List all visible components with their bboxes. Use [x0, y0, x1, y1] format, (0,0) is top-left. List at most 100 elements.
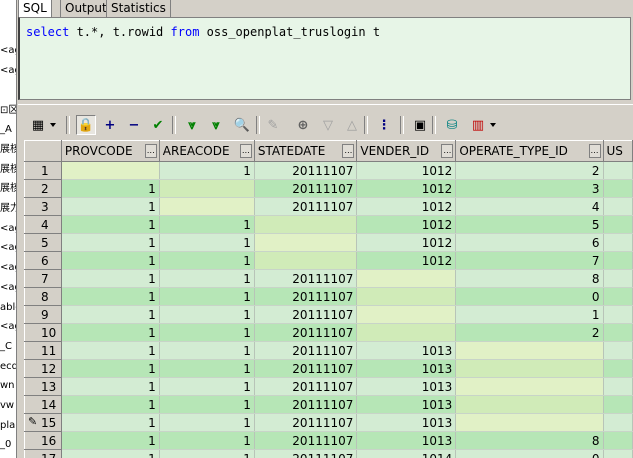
grid-cell[interactable]: 0 — [455, 449, 604, 458]
table-row[interactable]: 10 1 1 20111107 2 — [24, 323, 633, 342]
grid-cell[interactable]: 20111107 — [254, 377, 358, 396]
object-list-item[interactable]: vw — [0, 396, 16, 415]
grid-cell[interactable]: 1 — [159, 161, 255, 180]
object-list-item[interactable]: _0 — [0, 435, 16, 454]
grid-cell[interactable] — [603, 269, 633, 288]
save-button[interactable]: ▣ — [410, 115, 430, 135]
grid-cell[interactable]: 1 — [61, 215, 160, 234]
grid-cell[interactable] — [603, 395, 633, 414]
object-list-item[interactable]: <ag — [0, 258, 16, 277]
grid-select-button[interactable]: ▦ — [28, 115, 48, 135]
grid-cell[interactable]: 1 — [61, 197, 160, 216]
row-number[interactable]: 7 — [24, 269, 62, 288]
grid-cell[interactable]: 1 — [159, 269, 255, 288]
column-header[interactable]: OPERATE_TYPE_ID… — [455, 140, 604, 162]
table-row[interactable]: 2 1 20111107 1012 3 — [24, 179, 633, 198]
grid-cell[interactable] — [603, 215, 633, 234]
sort-down-button[interactable]: ▽ — [318, 115, 338, 135]
grid-cell[interactable]: 6 — [455, 233, 604, 252]
chevron-down-icon[interactable] — [490, 123, 496, 127]
row-number[interactable]: 16 — [24, 431, 62, 450]
find-button[interactable]: 🔍 — [232, 115, 252, 135]
post-changes-button[interactable]: ✔ — [148, 115, 168, 135]
fetch-last-button[interactable]: ⩔ — [206, 115, 226, 135]
grid-cell[interactable]: 1 — [159, 323, 255, 342]
grid-cell[interactable]: 20111107 — [254, 395, 358, 414]
table-row[interactable]: 13 1 1 20111107 1013 — [24, 377, 633, 396]
grid-cell[interactable] — [603, 449, 633, 458]
grid-cell[interactable]: 20111107 — [254, 269, 358, 288]
object-list-item[interactable] — [0, 22, 16, 41]
grid-cell[interactable] — [603, 341, 633, 360]
grid-cell[interactable]: 1 — [61, 413, 160, 432]
grid-cell[interactable]: 1 — [455, 305, 604, 324]
grid-cell[interactable]: 1 — [159, 251, 255, 270]
database-button[interactable]: ⛁ — [442, 115, 462, 135]
grid-cell[interactable] — [603, 305, 633, 324]
object-list-item[interactable]: ecd — [0, 357, 16, 376]
grid-cell[interactable]: 20111107 — [254, 323, 358, 342]
object-list-item[interactable]: <ag — [0, 317, 16, 336]
column-header[interactable]: US — [602, 140, 633, 162]
object-list-item[interactable]: <ag — [0, 219, 16, 238]
grid-cell[interactable]: 1 — [61, 269, 160, 288]
grid-cell[interactable] — [356, 269, 457, 288]
object-list-item[interactable]: ⊡区 — [0, 101, 16, 120]
sql-text[interactable]: select t.*, t.rowid from oss_openplat_tr… — [26, 25, 380, 39]
grid-cell[interactable]: 1 — [159, 359, 255, 378]
table-row[interactable]: 17112011110710140 — [24, 449, 633, 458]
object-list-item[interactable]: 展核 — [0, 160, 16, 179]
table-row[interactable]: 16 1 1 20111107 1013 8 — [24, 431, 633, 450]
object-list-item[interactable]: _C — [0, 337, 16, 356]
row-number[interactable]: 8 — [24, 287, 62, 306]
row-number[interactable]: 2 — [24, 179, 62, 198]
grid-cell[interactable]: 1 — [61, 341, 160, 360]
fetch-next-button[interactable]: ⩔ — [182, 115, 202, 135]
table-row[interactable]: 9 1 1 20111107 1 — [24, 305, 633, 324]
grid-cell[interactable]: 20111107 — [254, 359, 358, 378]
grid-cell[interactable]: 8 — [455, 269, 604, 288]
grid-cell[interactable] — [455, 377, 604, 396]
row-number[interactable]: 13 — [24, 377, 62, 396]
grid-cell[interactable] — [159, 197, 255, 216]
grid-cell[interactable] — [356, 323, 457, 342]
column-menu-icon[interactable]: … — [144, 144, 157, 158]
grid-cell[interactable] — [603, 161, 633, 180]
result-grid[interactable]: PROVCODE… AREACODE… STATEDATE… VENDER_ID… OP… — [24, 140, 633, 458]
tab-statistics[interactable]: Statistics — [106, 0, 171, 18]
object-list-item[interactable]: _A — [0, 120, 16, 139]
grid-cell[interactable]: 1 — [61, 377, 160, 396]
grid-cell[interactable]: 1012 — [356, 215, 457, 234]
table-row[interactable]: 6 1 1 1012 7 — [24, 251, 633, 270]
grid-cell[interactable]: 20111107 — [254, 413, 358, 432]
table-row[interactable]: 5 1 1 1012 6 — [24, 233, 633, 252]
grid-cell[interactable] — [254, 233, 358, 252]
table-row[interactable]: 7 1 1 20111107 8 — [24, 269, 633, 288]
grid-cell[interactable]: 2 — [455, 323, 604, 342]
object-list-item[interactable]: 展核 — [0, 179, 16, 198]
column-menu-icon[interactable]: … — [239, 144, 252, 158]
row-number[interactable]: 14 — [24, 395, 62, 414]
object-list-item[interactable]: able — [0, 298, 16, 317]
grid-cell[interactable] — [455, 341, 604, 360]
table-row[interactable]: 1 1 20111107 1012 2 — [24, 161, 633, 180]
row-number[interactable]: 3 — [24, 197, 62, 216]
grid-cell[interactable]: 1 — [159, 431, 255, 450]
column-header[interactable]: AREACODE… — [158, 140, 255, 162]
grid-cell[interactable]: 1 — [159, 233, 255, 252]
object-list-item[interactable]: pla — [0, 416, 16, 435]
grid-cell[interactable]: 20111107 — [254, 161, 358, 180]
chevron-down-icon[interactable] — [50, 123, 56, 127]
sort-up-button[interactable]: △ — [342, 115, 362, 135]
object-list-item[interactable]: <ag — [0, 61, 16, 80]
grid-cell[interactable] — [603, 233, 633, 252]
grid-cell[interactable] — [455, 413, 604, 432]
column-menu-icon[interactable]: … — [588, 144, 601, 158]
grid-cell[interactable]: 1012 — [356, 161, 457, 180]
row-number[interactable]: ✎ 15 — [24, 413, 62, 432]
grid-cell[interactable]: 1 — [159, 341, 255, 360]
table-row[interactable]: 14 1 1 20111107 1013 — [24, 395, 633, 414]
grid-cell[interactable] — [356, 305, 457, 324]
object-list-item[interactable]: <ag — [0, 278, 16, 297]
grid-cell[interactable]: 1012 — [356, 233, 457, 252]
